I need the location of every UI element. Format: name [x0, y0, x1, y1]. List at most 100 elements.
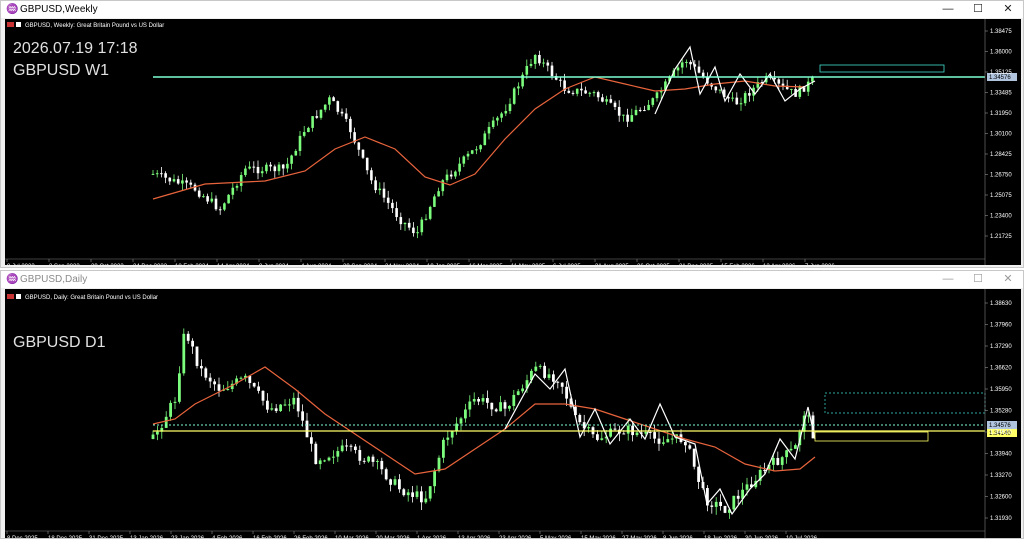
candle-body: [214, 198, 218, 210]
candle-body: [584, 90, 587, 94]
candle-body: [609, 99, 613, 103]
close-button[interactable]: ✕: [993, 271, 1023, 288]
candle-body: [550, 65, 554, 77]
candle-body: [403, 222, 407, 225]
trade-icon: [16, 294, 21, 299]
candle-body: [776, 458, 780, 465]
candle-body: [319, 109, 323, 118]
candle-body: [521, 388, 524, 392]
candle-body: [475, 149, 478, 151]
price-tick-label: 1.31930: [990, 516, 1012, 522]
current-price-label: 1.34576: [989, 423, 1011, 429]
candle-body: [442, 439, 445, 458]
candle-body: [231, 187, 235, 195]
date-tick-label: 21 Dec 2025: [679, 264, 714, 265]
candle-body: [191, 340, 194, 347]
candle-body: [580, 88, 583, 91]
candle-body: [592, 92, 596, 94]
candle-body: [517, 86, 520, 89]
candle-body: [266, 400, 269, 410]
weekly-chart-area[interactable]: 1.34576 GBPUSD, Weekly: Great Britain Po…: [5, 19, 1021, 265]
candle-body: [151, 434, 155, 439]
rectangle-object[interactable]: [819, 64, 945, 73]
candle-body: [811, 77, 814, 82]
candle-body: [164, 173, 167, 178]
candle-body: [428, 486, 432, 499]
candle-body: [626, 425, 630, 434]
candle-body: [204, 368, 208, 378]
candle-body: [376, 460, 379, 462]
moving-average-line: [152, 366, 816, 475]
date-tick-label: 30 Jun 2026: [745, 536, 779, 538]
daily-chart-area[interactable]: 1.34576 1.34140 GBPUSD, Daily: Great Brit…: [5, 289, 1021, 538]
candle-body: [731, 97, 734, 99]
candle-body: [676, 67, 680, 71]
chart-window-icon: ♒: [6, 3, 19, 15]
date-tick-label: 23 Jan 2026: [171, 536, 205, 538]
candle-body: [622, 114, 625, 116]
candle-body: [345, 445, 348, 447]
price-tick-label: 1.36000: [990, 50, 1012, 56]
candle-body: [172, 179, 176, 182]
candle-body: [294, 150, 298, 156]
candle-body: [491, 120, 495, 127]
candle-body: [218, 209, 222, 211]
candle-body: [290, 155, 293, 164]
price-tick-label: 1.21725: [990, 234, 1012, 240]
minimize-button[interactable]: —: [933, 271, 963, 288]
daily-title-bar[interactable]: ♒ GBPUSD,Daily — ☐ ✕: [1, 271, 1023, 288]
weekly-chart-canvas[interactable]: 1.34576 GBPUSD, Weekly: Great Britain Po…: [5, 19, 1021, 265]
candle-body: [680, 62, 684, 68]
candle-body: [655, 92, 659, 99]
candle-body: [288, 404, 291, 406]
candle-body: [270, 408, 274, 410]
candle-body: [286, 163, 289, 169]
candle-body: [685, 61, 688, 63]
price-tick-label: 1.38475: [990, 29, 1012, 35]
candle-body: [428, 206, 432, 219]
candle-body: [407, 222, 411, 228]
symbol-flag-icon: [7, 294, 14, 299]
candle-body: [336, 101, 340, 112]
candle-body: [318, 460, 322, 465]
candle-body: [508, 103, 512, 112]
maximize-button[interactable]: ☐: [963, 271, 993, 288]
candle-body: [719, 501, 722, 506]
daily-chart-window[interactable]: ♒ GBPUSD,Daily — ☐ ✕ 1.34576 1.34140 GBPU…: [0, 270, 1024, 539]
close-button[interactable]: ✕: [993, 1, 1023, 18]
minimize-button[interactable]: —: [933, 1, 963, 18]
candle-body: [459, 418, 463, 424]
candle-body: [239, 175, 243, 186]
date-tick-label: 18 Dec 2025: [48, 536, 83, 538]
yellow-rectangle-object[interactable]: [814, 431, 929, 442]
candle-body: [269, 164, 272, 167]
candle-body: [292, 397, 296, 405]
candle-body: [468, 401, 472, 410]
price-tick-label: 1.23400: [990, 214, 1012, 220]
daily-chart-canvas[interactable]: 1.345761.34140 GBPUSD, Daily: Great Brit…: [5, 289, 1021, 538]
weekly-title-bar[interactable]: ♒ GBPUSD,Weekly — ☐ ✕: [1, 1, 1023, 18]
candle-body: [547, 374, 551, 378]
candle-body: [261, 390, 265, 401]
candle-body: [151, 173, 155, 175]
price-tick-label: 1.35125: [990, 70, 1012, 76]
candle-body: [559, 79, 562, 81]
candle-body: [732, 495, 736, 510]
candle-body: [274, 408, 278, 412]
candle-body: [399, 217, 403, 225]
maximize-button[interactable]: ☐: [963, 1, 993, 18]
date-tick-label: 15 May 2026: [581, 536, 616, 538]
candle-body: [605, 99, 608, 102]
candle-body: [534, 366, 538, 371]
weekly-chart-window[interactable]: ♒ GBPUSD,Weekly — ☐ ✕ 1.34576 GBPUSD, We…: [0, 0, 1024, 268]
candle-body: [638, 109, 642, 111]
candle-body: [256, 166, 260, 174]
candle-body: [789, 448, 793, 451]
date-tick-label: 26 Feb 2026: [294, 536, 328, 538]
candle-body: [643, 110, 646, 112]
candle-body: [226, 389, 230, 391]
trade-icon: [16, 22, 21, 27]
dotted-rectangle-object[interactable]: [824, 392, 986, 414]
price-tick-label: 1.35280: [990, 409, 1012, 415]
candle-body: [244, 168, 247, 176]
